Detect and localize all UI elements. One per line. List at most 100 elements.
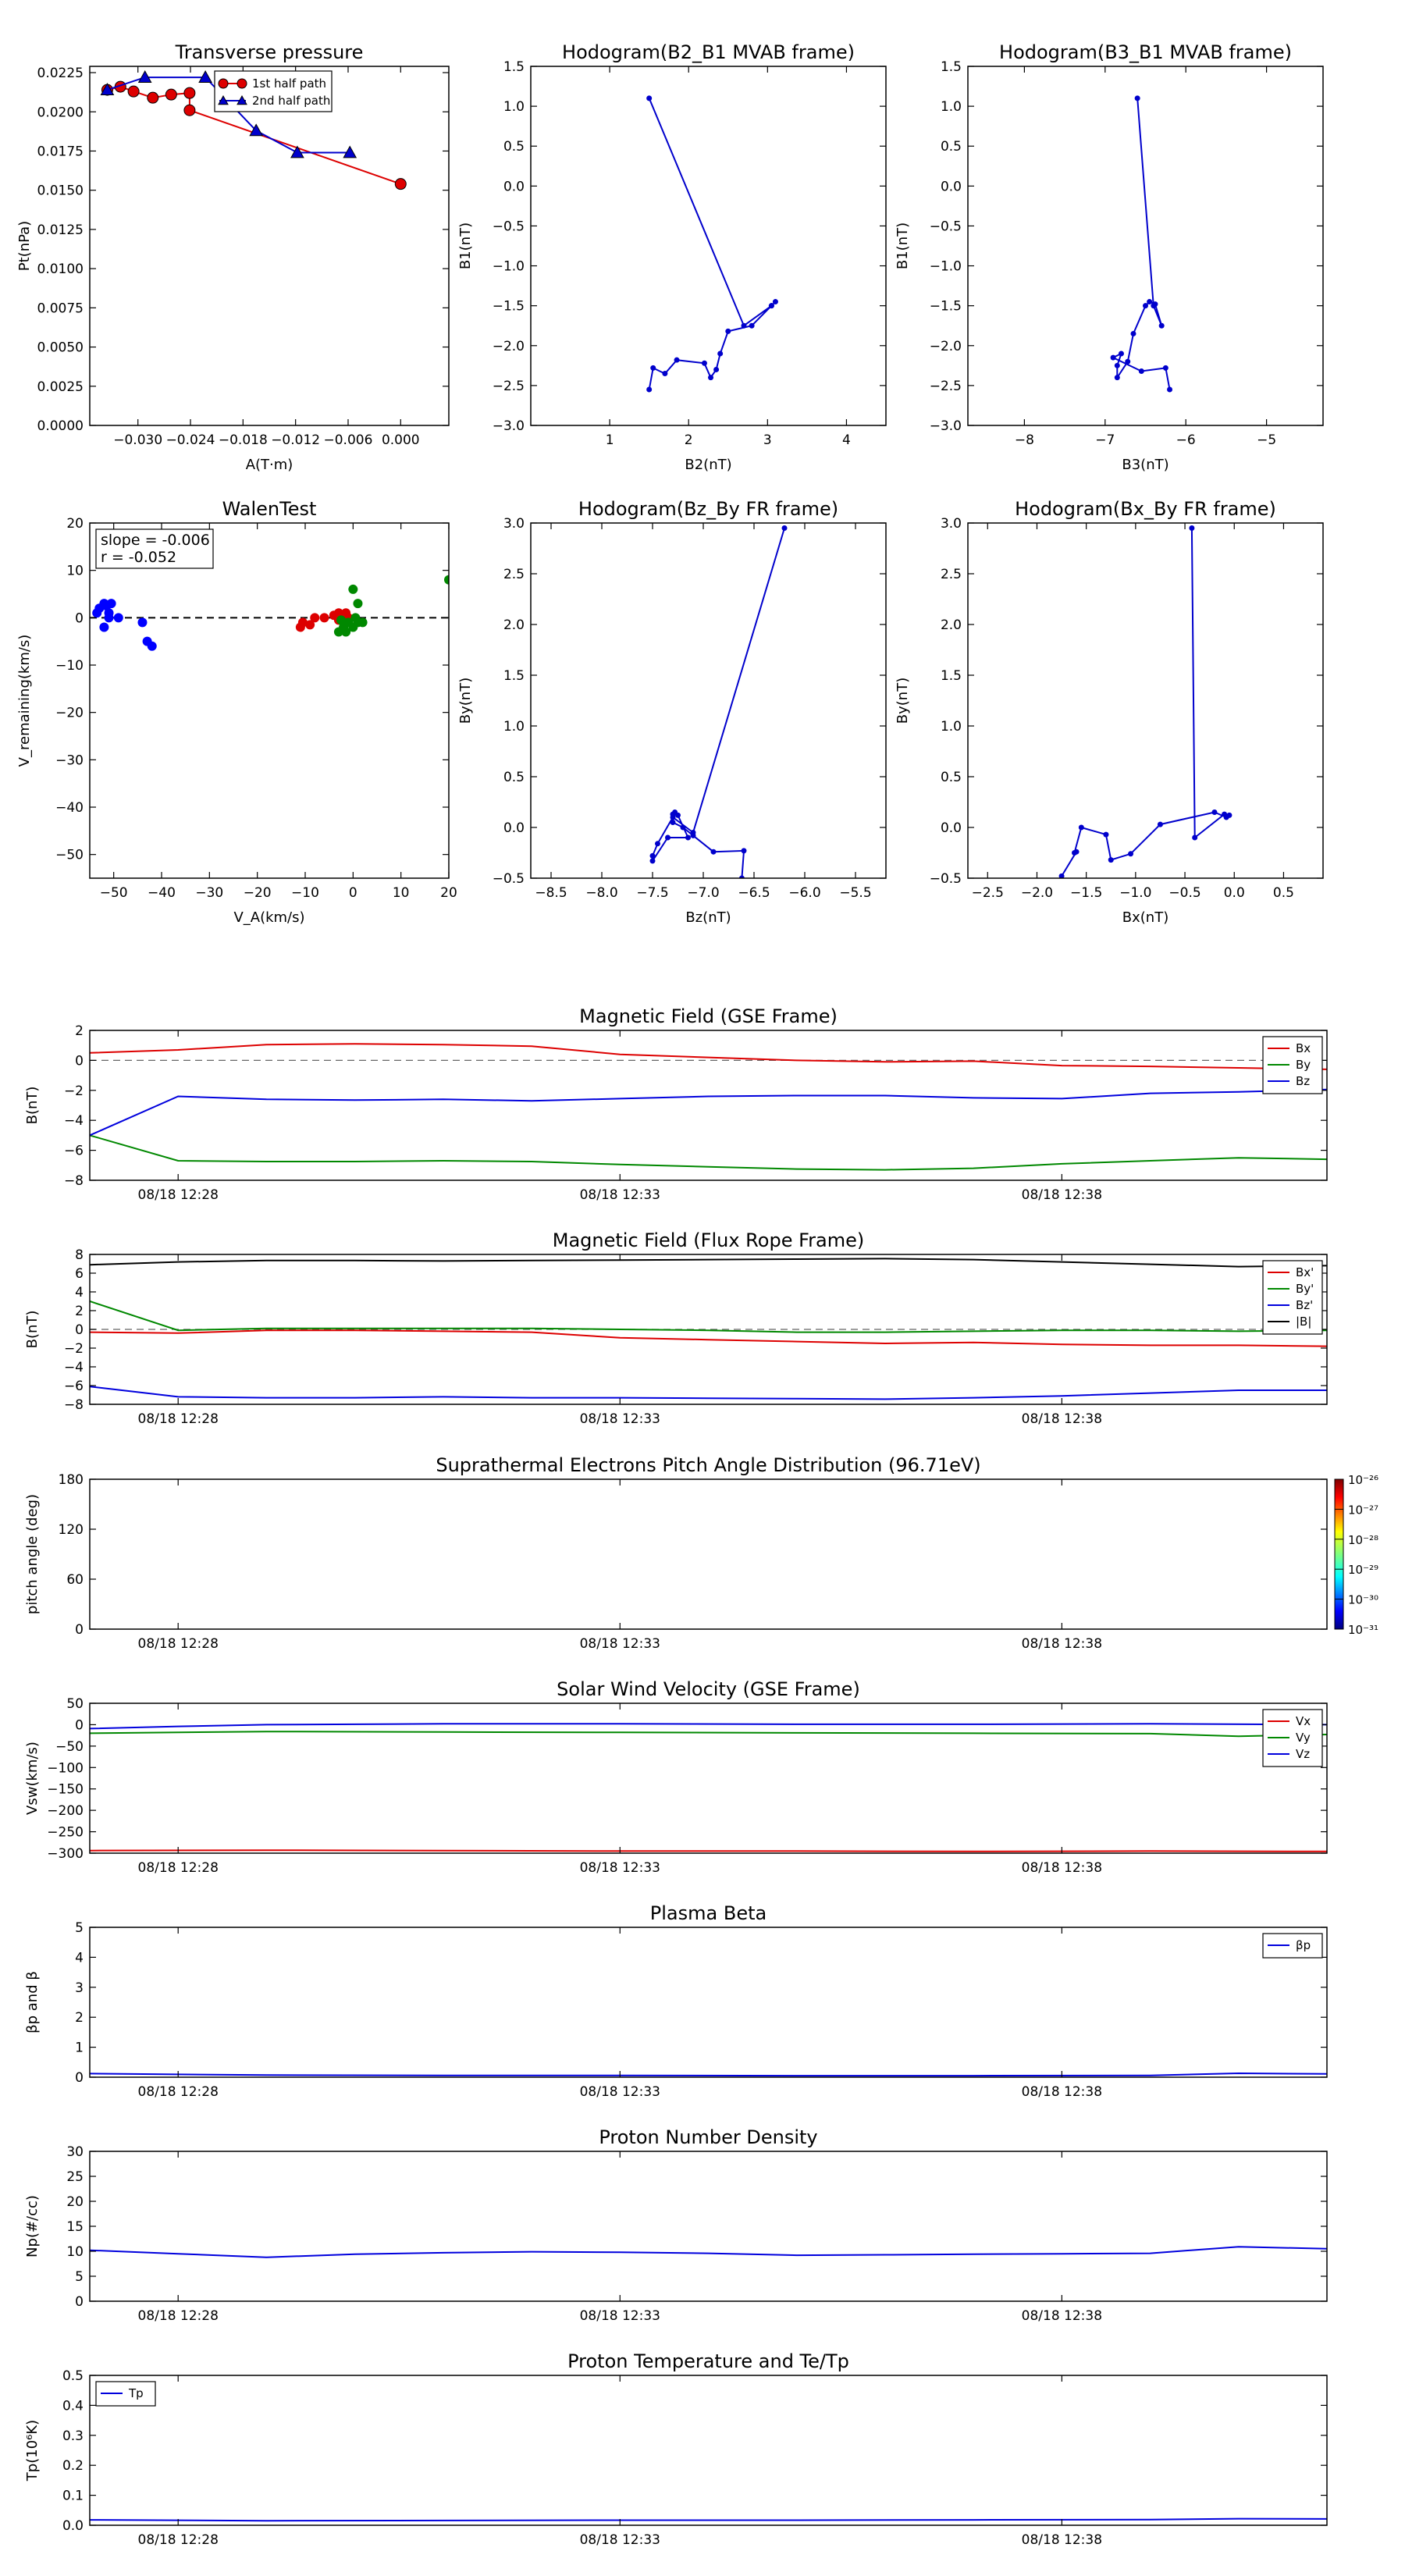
y-tick-label: 0.3 — [62, 2428, 84, 2444]
x-axis-label: Bz(nT) — [685, 909, 731, 926]
data-point — [772, 299, 778, 305]
x-tick-label: −30 — [195, 885, 223, 901]
y-tick-label: −200 — [47, 1803, 84, 1819]
x-tick-label: −8.5 — [535, 885, 567, 901]
data-point — [649, 858, 656, 864]
y-tick-label: 120 — [59, 1522, 84, 1538]
data-point — [1143, 303, 1148, 309]
y-tick-label: 0.0 — [503, 179, 525, 194]
y-tick-label: 20 — [66, 516, 84, 532]
data-point — [1138, 368, 1144, 374]
data-point — [646, 386, 653, 393]
data-point — [165, 88, 177, 101]
y-axis-label: B1(nT) — [895, 222, 911, 269]
y-tick-label: −3.0 — [493, 418, 525, 434]
legend: Vx Vy Vz — [1262, 1709, 1323, 1767]
colorbar-label: 10⁻²⁶ — [1348, 1473, 1378, 1487]
chart-title: Hodogram(Bx_By FR frame) — [1015, 498, 1276, 520]
y-tick-label: −1.0 — [930, 259, 962, 275]
y-tick-label: −8 — [64, 1397, 84, 1413]
plot-background — [90, 1703, 1327, 1853]
scatter-point — [333, 627, 343, 637]
scatter-point — [310, 613, 320, 623]
x-tick-label: 2 — [685, 432, 693, 448]
y-tick-label: 5 — [75, 2269, 84, 2285]
data-point — [1078, 824, 1084, 831]
y-tick-label: 0.5 — [503, 770, 525, 785]
y-tick-label: 1.5 — [941, 59, 962, 75]
y-tick-label: 0.0200 — [37, 105, 84, 120]
y-tick-label: −4 — [64, 1113, 84, 1129]
data-point — [1158, 322, 1165, 329]
scatter-point — [104, 613, 114, 623]
y-tick-label: −2.0 — [493, 339, 525, 354]
y-tick-label: 2.5 — [503, 567, 525, 582]
y-tick-label: −40 — [55, 800, 84, 816]
y-tick-label: 6 — [75, 1266, 84, 1282]
scatter-point — [353, 599, 363, 609]
y-tick-label: 3 — [75, 1980, 84, 1996]
y-tick-label: −6 — [64, 1379, 84, 1394]
data-point — [713, 366, 720, 372]
y-tick-label: −6 — [64, 1144, 84, 1159]
y-tick-label: 2.0 — [503, 617, 525, 633]
panel-ts1: −8 −6 −4 −2 0 2 08/18 12:28 08/18 12:33 08/18 12… — [24, 1005, 1328, 1203]
legend-label: Bz' — [1296, 1298, 1313, 1312]
x-tick-label: 08/18 12:28 — [138, 2532, 219, 2548]
x-tick-label: 08/18 12:33 — [580, 1636, 660, 1652]
x-tick-label: −0.5 — [1168, 885, 1200, 901]
y-axis-label: B(nT) — [24, 1311, 41, 1349]
legend: Bx' By' Bz' |B| — [1262, 1260, 1323, 1335]
data-point — [768, 303, 774, 309]
x-tick-label: −10 — [291, 885, 319, 901]
plot-background — [968, 523, 1323, 878]
panel-pt: 0.0000 0.0025 0.0050 0.0075 0.0100 0.0125 0.01… — [16, 41, 450, 473]
panel-h2: −3.0 −2.5 −2.0 −1.5 −1.0 −0.5 0.0 0.5 1.0 1.5 −8 −7… — [895, 41, 1324, 473]
y-tick-label: 1.0 — [503, 719, 525, 735]
y-tick-label: 1.5 — [503, 59, 525, 75]
scatter-point — [106, 599, 116, 609]
data-point — [183, 104, 196, 116]
x-tick-label: 4 — [842, 432, 851, 448]
y-tick-label: 3.0 — [503, 516, 525, 532]
colorbar: 10⁻²⁶ 10⁻²⁷ 10⁻²⁸ 10⁻²⁹ 10⁻³⁰ 10⁻³¹ — [1334, 1473, 1378, 1637]
y-tick-label: 10 — [66, 564, 84, 579]
x-tick-label: 08/18 12:33 — [580, 1860, 660, 1876]
scatter-point — [99, 622, 109, 632]
x-tick-label: −7 — [1095, 432, 1115, 448]
panel-ts3: 0 60 120 180 08/18 12:28 08/18 12:33 08/18 12:… — [24, 1454, 1378, 1652]
panel-walen: −50 −40 −30 −20 −10 0 10 20 −50 −40 −30 −20 −10 0 10 20… — [16, 498, 457, 926]
x-tick-label: 08/18 12:38 — [1022, 1860, 1102, 1876]
x-tick-label: −2.0 — [1021, 885, 1053, 901]
legend-marker — [237, 78, 247, 89]
plot-background — [531, 523, 886, 878]
x-tick-label: −1.0 — [1119, 885, 1151, 901]
y-tick-label: −3.0 — [930, 418, 962, 434]
y-tick-label: −30 — [55, 753, 84, 768]
legend: βp — [1262, 1933, 1323, 1959]
data-point — [1108, 857, 1114, 863]
legend-label: Bz — [1296, 1074, 1310, 1088]
x-tick-label: 08/18 12:33 — [580, 2308, 660, 2324]
data-point — [1189, 525, 1195, 531]
x-tick-label: 08/18 12:28 — [138, 2308, 219, 2324]
y-tick-label: 0.0050 — [37, 340, 84, 356]
y-tick-label: 0 — [75, 1053, 84, 1069]
scatter-point — [348, 584, 358, 594]
y-tick-label: 0.0125 — [37, 222, 84, 238]
x-tick-label: 08/18 12:28 — [138, 1636, 219, 1652]
chart-title: Suprathermal Electrons Pitch Angle Distr… — [436, 1454, 980, 1476]
x-tick-label: −6 — [1176, 432, 1196, 448]
y-tick-label: 50 — [66, 1696, 84, 1712]
y-tick-label: 1.5 — [503, 668, 525, 684]
y-tick-label: −0.5 — [930, 871, 962, 887]
y-tick-label: −10 — [55, 658, 84, 674]
y-axis-label: V_remaining(km/s) — [16, 635, 33, 767]
data-point — [1162, 365, 1168, 371]
chart-title: Magnetic Field (Flux Rope Frame) — [553, 1229, 864, 1251]
chart-title: Plasma Beta — [650, 1902, 767, 1924]
x-tick-label: −20 — [244, 885, 272, 901]
plot-background — [90, 1479, 1327, 1629]
y-tick-label: 30 — [66, 2144, 84, 2160]
y-tick-label: 4 — [75, 1285, 84, 1300]
